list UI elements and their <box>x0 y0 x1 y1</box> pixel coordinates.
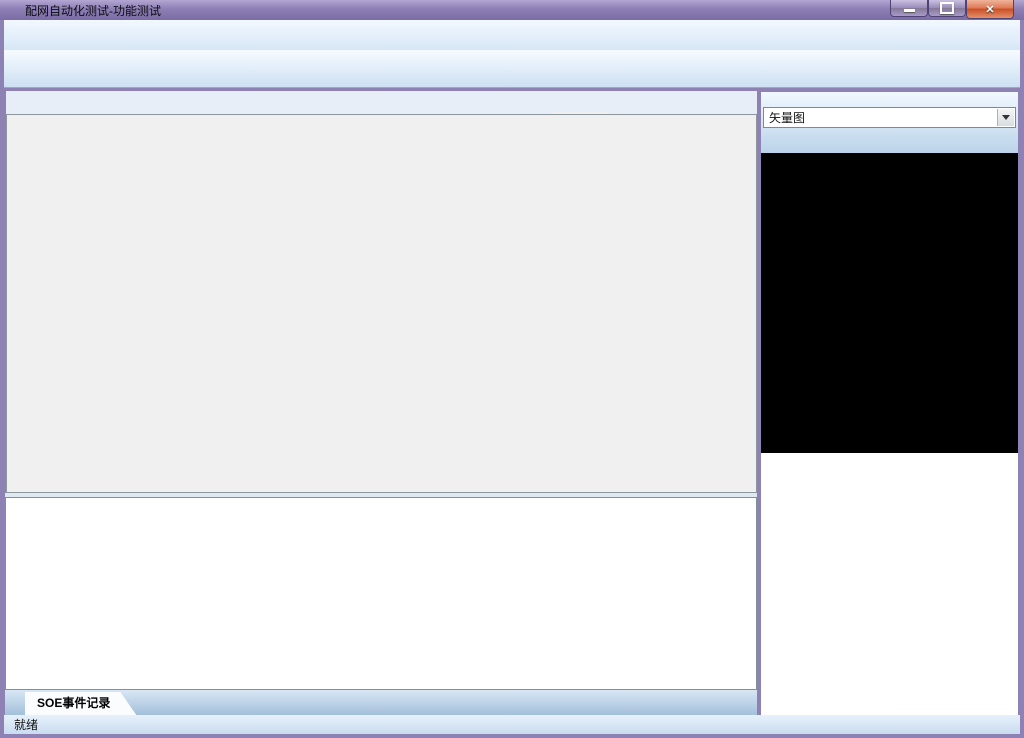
view-selector-value: 矢量图 <box>769 109 805 126</box>
title-bar: 配网自动化测试-功能测试 ✕ <box>0 0 1024 20</box>
tab-soe-event-log[interactable]: SOE事件记录 <box>25 692 136 715</box>
chevron-down-icon[interactable] <box>997 109 1014 126</box>
close-icon: ✕ <box>985 3 994 16</box>
event-table <box>5 497 757 690</box>
bottom-tab-bar: SOE事件记录 <box>5 690 757 715</box>
tab-page-normal-state <box>6 114 757 493</box>
status-bar: 就绪 <box>4 715 1020 734</box>
window-title: 配网自动化测试-功能测试 <box>25 2 161 19</box>
minimize-button[interactable] <box>890 0 928 17</box>
state-tab-strip <box>6 91 757 115</box>
menu-bar <box>4 20 1020 50</box>
app-logo-icon <box>4 2 20 18</box>
maximize-button[interactable] <box>928 0 966 17</box>
app-window: 配网自动化测试-功能测试 ✕ 参数设置 状态名称 正常态 设备名称 FTU1 触… <box>0 0 1024 738</box>
view-selector-combo[interactable]: 矢量图 <box>763 107 1016 128</box>
digital-outputs-table <box>761 453 1018 715</box>
maximize-icon <box>940 2 954 14</box>
minimize-icon <box>904 9 915 12</box>
close-button[interactable]: ✕ <box>966 0 1014 19</box>
vector-diagram <box>761 153 1018 453</box>
toolbar <box>4 50 1020 88</box>
status-text: 就绪 <box>14 716 38 733</box>
